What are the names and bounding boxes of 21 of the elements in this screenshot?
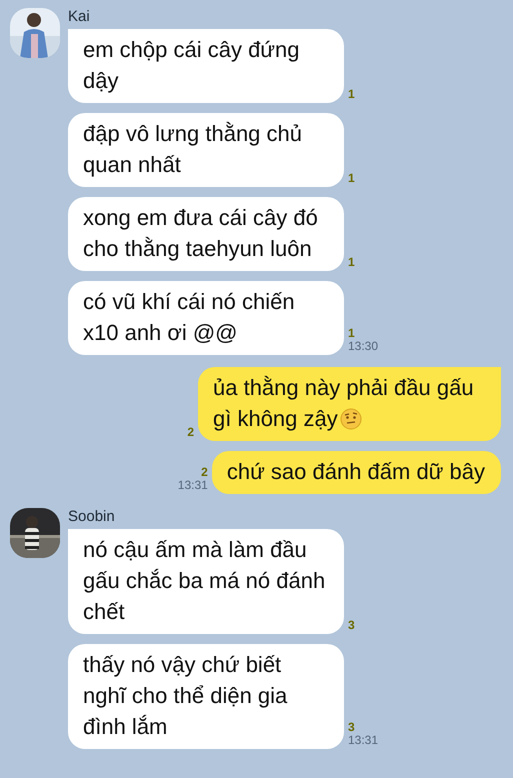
read-count: 2 xyxy=(187,426,194,439)
message-bubble: xong em đưa cái cây đó cho thằng taehyun luôn xyxy=(68,197,344,271)
sender-name: Kai xyxy=(68,8,91,25)
message-bubble: có vũ khí cái nó chiến x10 anh ơi @@ xyxy=(68,281,344,355)
message-bubble: chứ sao đánh đấm dữ bây xyxy=(212,451,501,494)
read-count: 1 xyxy=(348,256,355,269)
read-count: 1 xyxy=(348,172,355,185)
message-bubble: thấy nó vậy chứ biết nghĩ cho thể diện gia đình lắm xyxy=(68,644,344,749)
read-count: 3 xyxy=(348,721,356,734)
read-count: 1 xyxy=(348,88,355,101)
message-bubble: ủa thằng này phải đầu gấu gì không zậy xyxy=(198,367,501,441)
message-bubble: em chộp cái cây đứng dậy xyxy=(68,29,344,103)
message-bubble: đập vô lưng thằng chủ quan nhất xyxy=(68,113,344,187)
message-bubble: nó cậu ấm mà làm đầu gấu chắc ba má nó đánh chết xyxy=(68,529,344,634)
read-count: 1 xyxy=(348,327,356,340)
read-count: 2 xyxy=(201,466,208,479)
timestamp: 13:31 xyxy=(348,734,378,747)
sender-name: Soobin xyxy=(68,508,116,525)
timestamp: 13:30 xyxy=(348,340,378,353)
read-count: 3 xyxy=(348,619,355,632)
timestamp: 13:31 xyxy=(178,479,208,492)
